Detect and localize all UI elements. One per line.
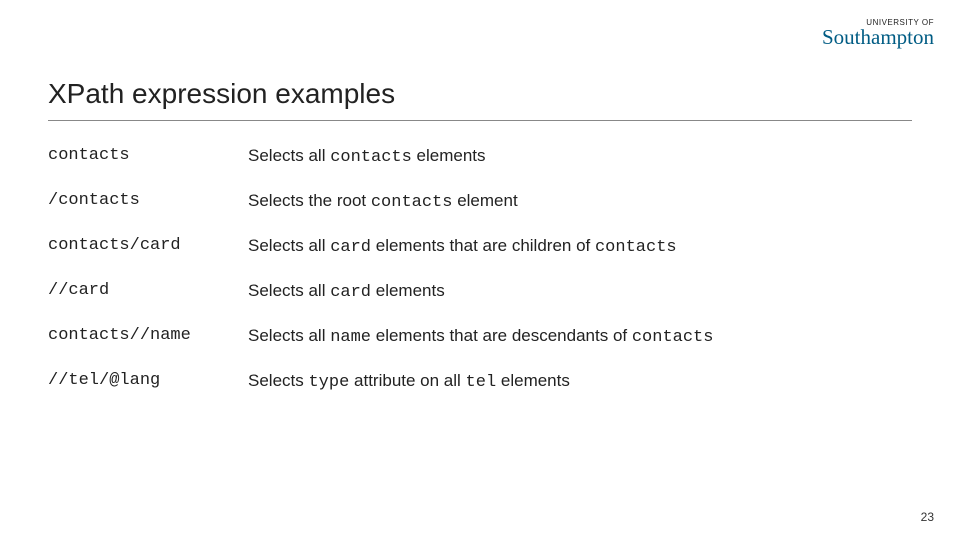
desc-cell: Selects all contacts elements [248, 139, 912, 184]
desc-cell: Selects all card elements [248, 274, 912, 319]
desc-mono: contacts [595, 238, 677, 257]
expr-cell: contacts [48, 139, 248, 184]
expr-cell: //tel/@lang [48, 364, 248, 409]
expr-cell: /contacts [48, 184, 248, 229]
page-title: XPath expression examples [48, 78, 912, 110]
desc-mono: contacts [330, 148, 412, 167]
desc-cell: Selects all name elements that are desce… [248, 319, 912, 364]
logo-main-rest: outhampton [834, 25, 934, 49]
desc-cell: Selects type attribute on all tel elemen… [248, 364, 912, 409]
table-row: contacts/card Selects all card elements … [48, 229, 912, 274]
table-row: //card Selects all card elements [48, 274, 912, 319]
desc-text: elements [496, 371, 570, 390]
examples-table: contacts Selects all contacts elements /… [48, 139, 912, 409]
slide: UNIVERSITY OF Southampton XPath expressi… [0, 0, 960, 540]
logo-main-text: Southampton [822, 27, 934, 48]
desc-mono: type [308, 373, 349, 392]
expr-cell: //card [48, 274, 248, 319]
desc-text: elements that are descendants of [371, 326, 632, 345]
table-row: /contacts Selects the root contacts elem… [48, 184, 912, 229]
desc-mono: card [330, 283, 371, 302]
desc-text: Selects all [248, 281, 330, 300]
page-number: 23 [921, 510, 934, 524]
expr-cell: contacts/card [48, 229, 248, 274]
desc-cell: Selects the root contacts element [248, 184, 912, 229]
desc-text: Selects all [248, 326, 330, 345]
desc-text: Selects all [248, 146, 330, 165]
desc-text: element [452, 191, 517, 210]
desc-mono: contacts [632, 328, 714, 347]
desc-mono: contacts [371, 193, 453, 212]
desc-mono: name [330, 328, 371, 347]
desc-text: elements [412, 146, 486, 165]
table-row: //tel/@lang Selects type attribute on al… [48, 364, 912, 409]
desc-mono: tel [466, 373, 497, 392]
desc-text: elements [371, 281, 445, 300]
desc-cell: Selects all card elements that are child… [248, 229, 912, 274]
desc-text: attribute on all [349, 371, 465, 390]
desc-text: Selects the root [248, 191, 371, 210]
desc-mono: card [330, 238, 371, 257]
title-rule [48, 120, 912, 121]
expr-cell: contacts//name [48, 319, 248, 364]
desc-text: Selects all [248, 236, 330, 255]
desc-text: elements that are children of [371, 236, 595, 255]
desc-text: Selects [248, 371, 308, 390]
table-row: contacts//name Selects all name elements… [48, 319, 912, 364]
logo-main-initial: S [822, 25, 834, 49]
university-logo: UNIVERSITY OF Southampton [822, 18, 934, 48]
table-row: contacts Selects all contacts elements [48, 139, 912, 184]
